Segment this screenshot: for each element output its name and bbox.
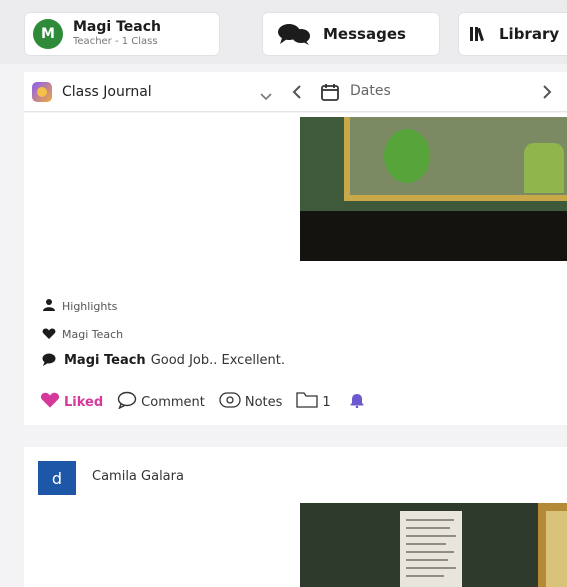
class-journal-label: Class Journal xyxy=(62,84,152,100)
highlights-icon xyxy=(42,297,56,316)
user-profile-button[interactable]: M Magi Teach Teacher - 1 Class xyxy=(24,12,220,56)
messages-label: Messages xyxy=(323,25,406,43)
comment-icon xyxy=(117,391,137,413)
notes-button[interactable]: Notes xyxy=(219,388,283,416)
user-info: Magi Teach Teacher - 1 Class xyxy=(73,20,161,47)
liked-by-row: Magi Teach xyxy=(42,325,123,344)
top-bar: M Magi Teach Teacher - 1 Class Messages … xyxy=(0,0,567,64)
folder-button[interactable]: 1 xyxy=(296,388,331,416)
comment-row: Magi Teach Good Job.. Excellent. xyxy=(42,351,285,370)
heart-icon xyxy=(42,325,56,344)
notify-button[interactable] xyxy=(345,390,369,414)
folder-count: 1 xyxy=(322,394,331,410)
highlights-label: Highlights xyxy=(62,300,118,313)
folder-icon xyxy=(296,391,319,413)
chat-bubbles-icon xyxy=(277,23,311,45)
library-button[interactable]: Library xyxy=(458,12,567,56)
notes-icon xyxy=(219,392,241,412)
user-avatar: M xyxy=(33,19,63,49)
chevron-down-icon[interactable] xyxy=(260,87,272,106)
highlights-row: Highlights xyxy=(42,297,117,316)
post-actions: Liked Comment Notes 1 xyxy=(40,388,369,416)
author-avatar: d xyxy=(38,461,76,495)
journal-post-card: d Camila Galara xyxy=(24,447,567,587)
comment-text: Good Job.. Excellent. xyxy=(150,353,286,368)
filter-row: Class Journal Dates xyxy=(24,72,567,112)
liked-label: Liked xyxy=(64,394,104,410)
post-photo[interactable] xyxy=(300,117,567,261)
post-photo[interactable] xyxy=(300,503,567,587)
user-name: Magi Teach xyxy=(73,19,161,36)
heart-icon xyxy=(40,392,60,413)
speech-bubble-icon xyxy=(42,351,56,370)
chevron-left-icon[interactable] xyxy=(292,84,302,103)
comment-button[interactable]: Comment xyxy=(117,388,205,416)
author-name[interactable]: Camila Galara xyxy=(92,469,184,484)
comment-author: Magi Teach xyxy=(64,353,146,368)
class-journal-icon xyxy=(32,82,52,102)
dates-picker[interactable]: Dates xyxy=(350,83,391,99)
chevron-right-icon[interactable] xyxy=(542,84,552,103)
bell-icon xyxy=(349,392,365,412)
liked-by-name[interactable]: Magi Teach xyxy=(62,328,123,341)
notes-label: Notes xyxy=(244,394,283,410)
user-subtitle: Teacher - 1 Class xyxy=(73,36,158,48)
library-books-icon xyxy=(469,25,487,43)
journal-post-card: Highlights Magi Teach Magi Teach Good Jo… xyxy=(24,113,567,425)
liked-button[interactable]: Liked xyxy=(40,388,103,416)
calendar-icon xyxy=(320,82,340,106)
comment-label: Comment xyxy=(141,394,205,410)
messages-button[interactable]: Messages xyxy=(262,12,440,56)
library-label: Library xyxy=(499,25,560,43)
